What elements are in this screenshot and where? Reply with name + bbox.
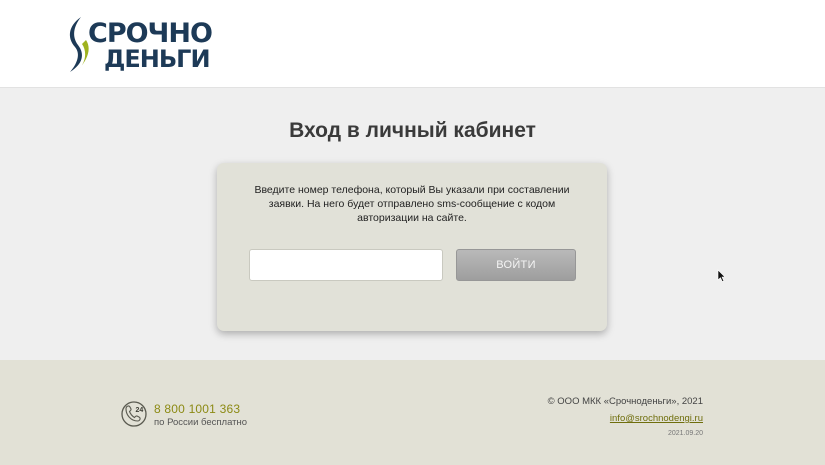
logo[interactable]: СРОЧНО ДЕНЬГИ bbox=[66, 16, 226, 74]
logo-mark-icon bbox=[69, 17, 89, 72]
footer-info: © ООО МКК «Срочноденьги», 2021 info@sroc… bbox=[548, 395, 703, 437]
logo-text-line2: ДЕНЬГИ bbox=[104, 45, 211, 73]
email-link[interactable]: info@srochnodengi.ru bbox=[610, 412, 703, 425]
site-header: СРОЧНО ДЕНЬГИ bbox=[0, 0, 825, 88]
login-instructions: Введите номер телефона, который Вы указа… bbox=[254, 184, 570, 224]
phone-input[interactable] bbox=[249, 249, 443, 281]
footer-phone-number[interactable]: 8 800 1001 363 bbox=[154, 402, 240, 416]
mouse-cursor-icon bbox=[717, 269, 726, 282]
site-footer: 24 8 800 1001 363 по России бесплатно © … bbox=[0, 360, 825, 465]
version-text: 2021.09.20 bbox=[667, 430, 703, 437]
copyright-text: © ООО МКК «Срочноденьги», 2021 bbox=[547, 396, 703, 407]
login-card: Введите номер телефона, который Вы указа… bbox=[217, 163, 607, 331]
phone-icon-label: 24 bbox=[136, 407, 144, 414]
page-title: Вход в личный кабинет bbox=[289, 119, 536, 142]
phone-24-icon: 24 bbox=[121, 401, 147, 427]
login-button[interactable]: ВОЙТИ bbox=[456, 249, 576, 281]
footer-phone-note: по России бесплатно bbox=[154, 417, 248, 428]
